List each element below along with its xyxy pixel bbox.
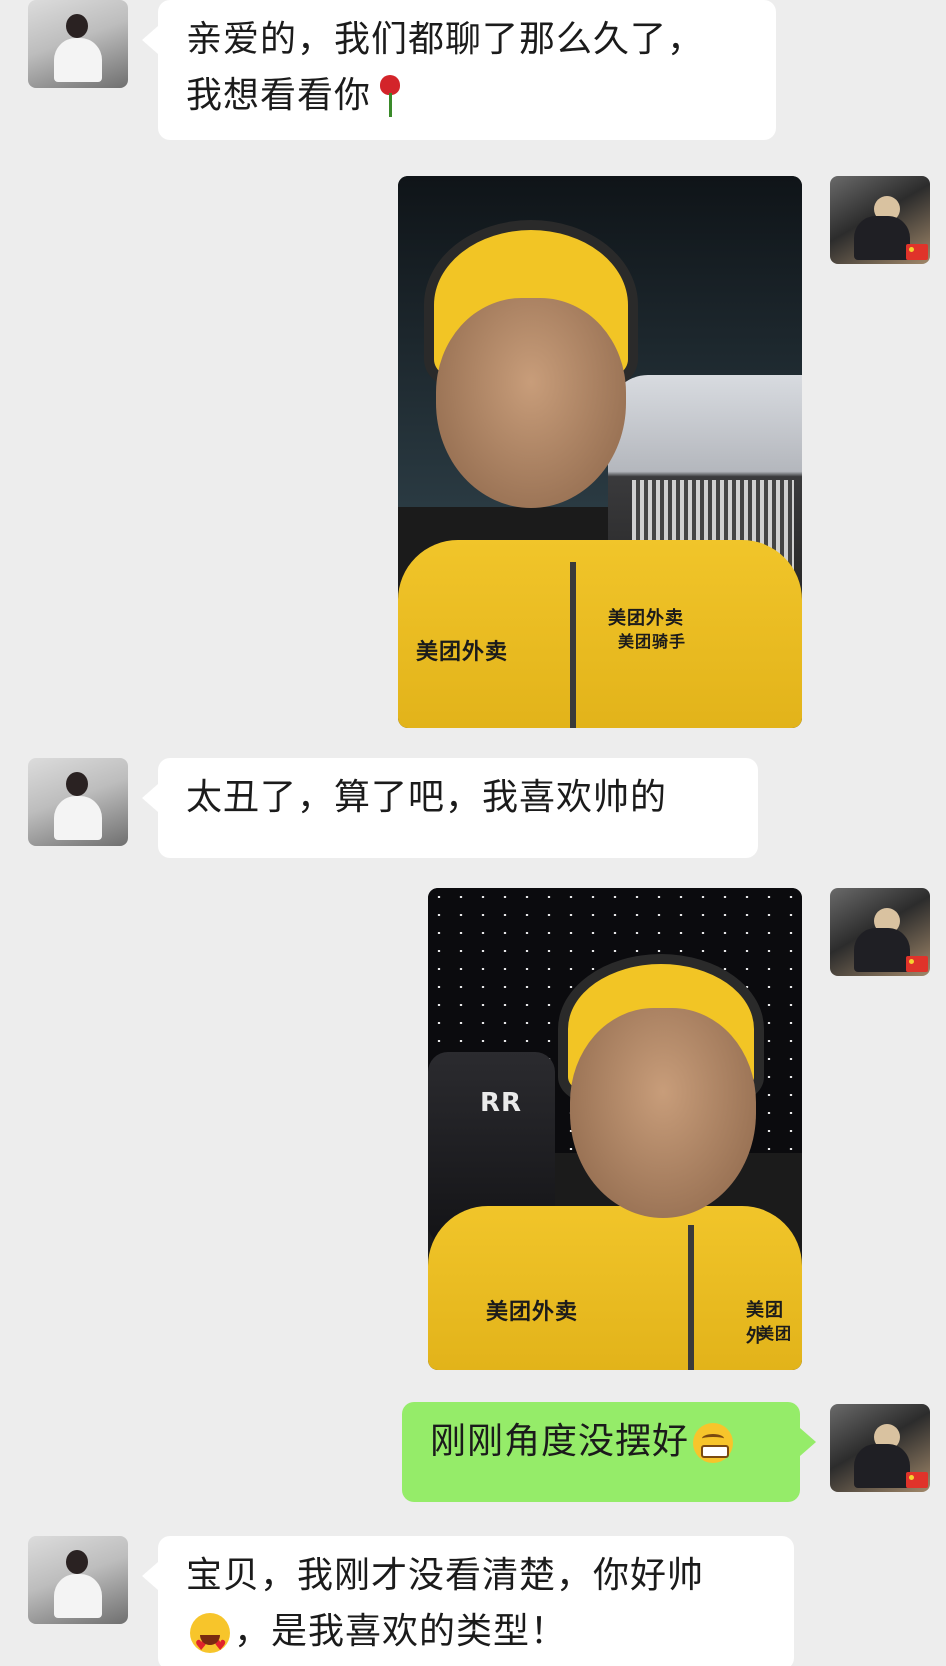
message-bubble[interactable]: 亲爱的，我们都聊了那么久了， 我想看看你 bbox=[142, 0, 776, 140]
message-line: 亲爱的，我们都聊了那么久了， bbox=[186, 19, 705, 60]
photo-message-selfie-in-car[interactable]: RR 美团外卖 美团外 美团 bbox=[428, 888, 802, 1370]
avatar-body bbox=[854, 928, 910, 972]
avatar-body bbox=[854, 1444, 910, 1488]
jacket-logo-text: 美团外卖 bbox=[486, 1300, 579, 1325]
avatar-body bbox=[54, 796, 102, 840]
message-line: 宝贝，我刚才没看清楚，你好帅 bbox=[186, 1555, 705, 1596]
message-text: 刚刚角度没摆好 bbox=[430, 1421, 690, 1462]
rose-emoji-icon bbox=[377, 75, 403, 119]
jacket-logo-text: 美团骑手 bbox=[618, 632, 687, 651]
avatar-head bbox=[66, 1550, 88, 1574]
message-bubble[interactable]: 刚刚角度没摆好 bbox=[402, 1402, 816, 1502]
message-text: 我想看看你 bbox=[186, 75, 372, 116]
china-flag-icon bbox=[906, 244, 928, 260]
avatar-body bbox=[54, 1574, 102, 1618]
avatar-head bbox=[66, 14, 88, 38]
photo-message-selfie-with-car[interactable]: 美团外卖 美团外卖 美团骑手 bbox=[398, 176, 802, 728]
face bbox=[436, 298, 626, 508]
message-line-with-emoji: ，是我喜欢的类型！ bbox=[186, 1604, 766, 1666]
jacket-logo-text: 美团 bbox=[758, 1324, 793, 1343]
china-flag-icon bbox=[906, 1472, 928, 1488]
avatar-body bbox=[854, 216, 910, 260]
grinning-face-emoji-icon bbox=[693, 1423, 734, 1463]
avatar-head bbox=[66, 772, 88, 796]
jacket-zipper bbox=[570, 562, 576, 728]
jacket-logo-text: 美团外卖 bbox=[608, 608, 684, 629]
message-text: ，是我喜欢的类型！ bbox=[234, 1611, 568, 1652]
face bbox=[570, 1008, 756, 1218]
seat-logo-text: RR bbox=[480, 1088, 523, 1118]
my-avatar[interactable] bbox=[830, 888, 930, 976]
contact-avatar[interactable] bbox=[28, 1536, 128, 1624]
jacket-logo-text: 美团外卖 bbox=[416, 640, 509, 665]
avatar-body bbox=[54, 38, 102, 82]
contact-avatar[interactable] bbox=[28, 758, 128, 846]
china-flag-icon bbox=[906, 956, 928, 972]
my-avatar[interactable] bbox=[830, 176, 930, 264]
jacket-zipper bbox=[688, 1225, 694, 1370]
heart-eyes-emoji-icon bbox=[190, 1613, 230, 1666]
message-bubble[interactable]: 宝贝，我刚才没看清楚，你好帅 ，是我喜欢的类型！ bbox=[142, 1536, 794, 1666]
my-avatar[interactable] bbox=[830, 1404, 930, 1492]
message-line-with-emoji: 我想看看你 bbox=[186, 68, 748, 124]
message-line: 太丑了，算了吧，我喜欢帅的 bbox=[186, 777, 668, 818]
message-bubble[interactable]: 太丑了，算了吧，我喜欢帅的 bbox=[142, 758, 758, 858]
contact-avatar[interactable] bbox=[28, 0, 128, 88]
